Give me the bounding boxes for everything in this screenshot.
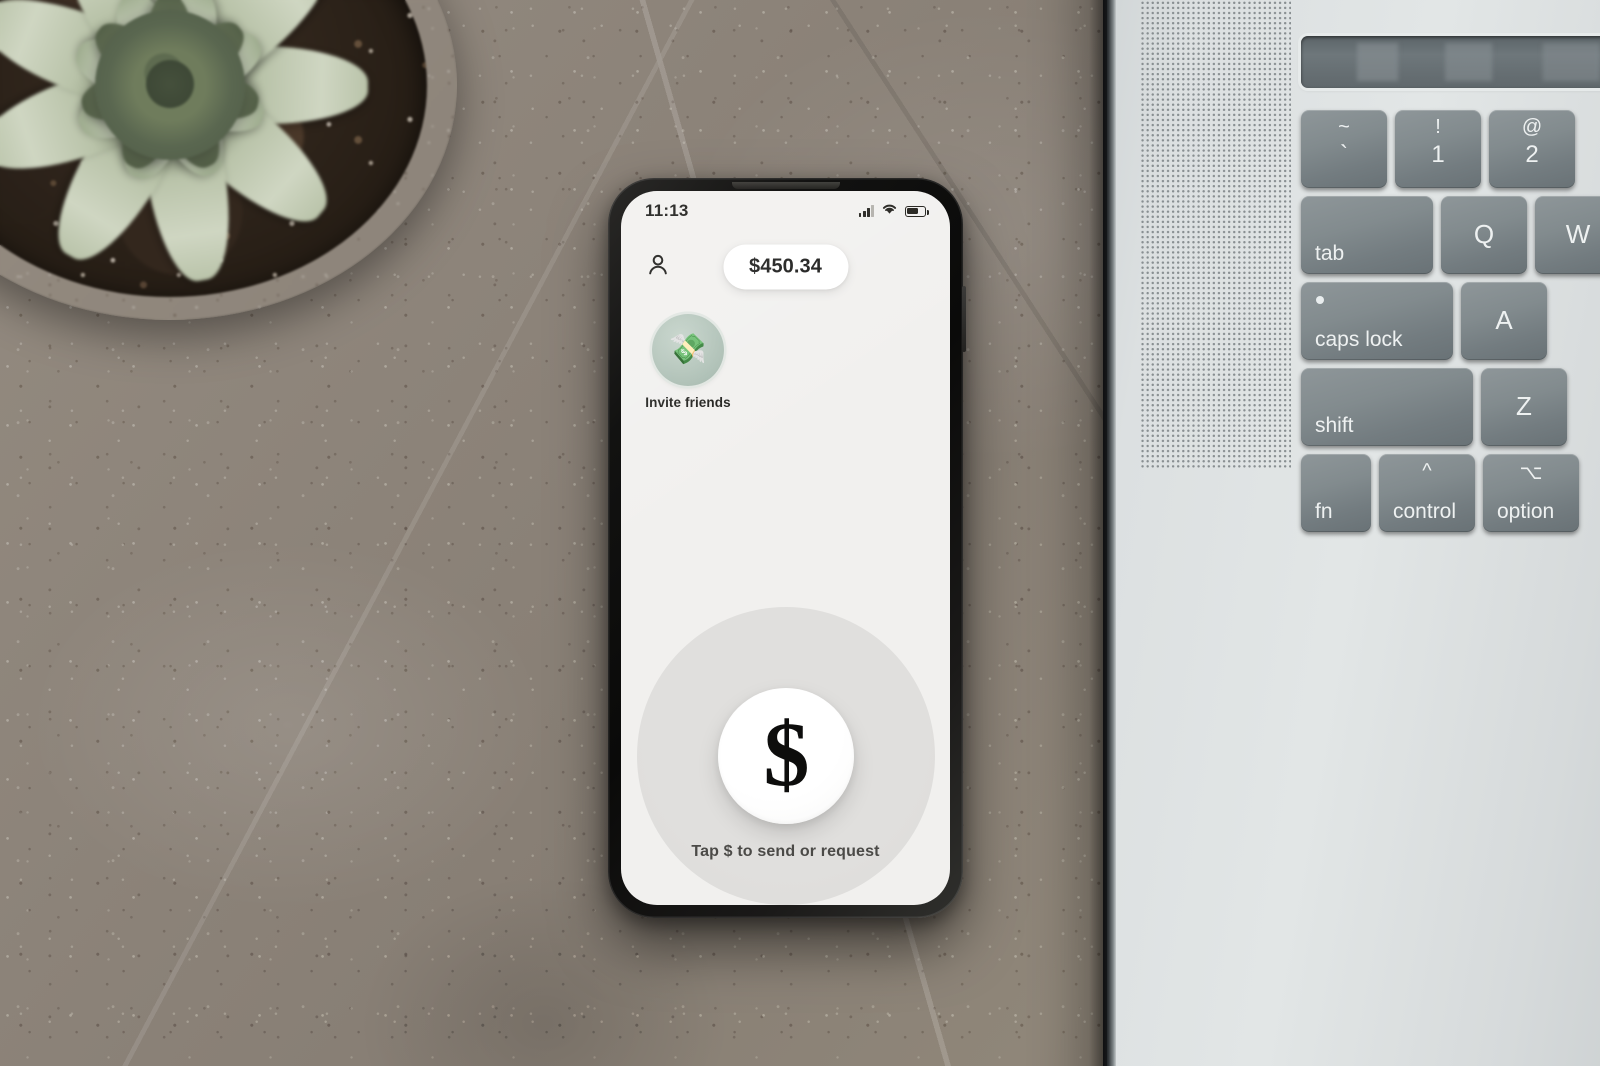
speaker-grille-icon	[1140, 0, 1291, 470]
send-request-button[interactable]: $	[717, 688, 854, 824]
laptop: ~ `! 1 @2 tab Q Wcaps lock Ashift Zfn ^ control ⌥ op…	[1103, 0, 1600, 1066]
key-tilde-bottom: `	[1340, 141, 1348, 168]
key-one-bottom: 1	[1431, 141, 1445, 168]
key-w[interactable]: W	[1535, 196, 1600, 274]
phone-screen: 11:13 $450.34 💸 Invite friends $ Tap $ t…	[621, 191, 950, 905]
key-fn[interactable]: fn	[1301, 454, 1371, 532]
key-w-label: W	[1565, 218, 1591, 249]
key-tilde[interactable]: ~ `	[1301, 110, 1387, 188]
action-hint-text: Tap $ to send or request	[691, 843, 880, 860]
invite-friends-label: Invite friends	[645, 395, 731, 410]
caps-lock-indicator-icon	[1316, 296, 1324, 304]
key-z-label: Z	[1516, 390, 1532, 421]
key-a-label: A	[1495, 304, 1513, 335]
laptop-cast-shadow	[1089, 0, 1107, 1066]
smartphone: 11:13 $450.34 💸 Invite friends $ Tap $ t…	[608, 178, 966, 918]
key-caps-lock-label: caps lock	[1315, 328, 1403, 351]
touch-bar[interactable]	[1301, 36, 1600, 88]
key-shift-label: shift	[1315, 414, 1354, 437]
key-control-label: control	[1393, 500, 1457, 523]
potted-succulent	[0, 0, 457, 320]
balance-pill[interactable]: $450.34	[723, 244, 848, 290]
profile-person-icon[interactable]	[645, 252, 671, 283]
key-two-bottom: 2	[1525, 141, 1539, 168]
cellular-signal-icon	[858, 205, 874, 217]
key-option-top: ⌥	[1519, 462, 1543, 484]
key-control-top: ^	[1422, 460, 1432, 482]
succulent-rosette-core	[94, 10, 245, 160]
key-q-label: Q	[1473, 218, 1495, 249]
status-bar: 11:13	[621, 191, 950, 231]
power-button[interactable]	[962, 286, 966, 352]
key-z[interactable]: Z	[1481, 368, 1567, 446]
key-control[interactable]: ^ control	[1379, 454, 1475, 532]
key-a[interactable]: A	[1461, 282, 1547, 360]
key-tab[interactable]: tab	[1301, 196, 1433, 274]
key-tab-label: tab	[1315, 242, 1345, 265]
status-clock: 11:13	[645, 201, 689, 220]
key-q[interactable]: Q	[1441, 196, 1527, 274]
status-indicators	[858, 202, 929, 220]
key-caps-lock[interactable]: caps lock	[1301, 282, 1453, 360]
battery-icon	[905, 205, 929, 217]
money-with-wings-icon: 💸	[652, 314, 724, 386]
app-header: $450.34	[621, 243, 950, 291]
key-two-top: @	[1521, 116, 1543, 138]
wifi-icon	[881, 202, 898, 220]
earpiece-speaker-icon	[731, 182, 840, 189]
key-one[interactable]: ! 1	[1395, 110, 1481, 188]
key-one-top: !	[1435, 116, 1441, 138]
key-shift[interactable]: shift	[1301, 368, 1473, 446]
desk-scene: ~ `! 1 @2 tab Q Wcaps lock Ashift Zfn ^ control ⌥ op…	[0, 0, 1600, 1066]
dollar-sign-icon: $	[763, 702, 810, 805]
key-tilde-top: ~	[1338, 116, 1350, 138]
key-option[interactable]: ⌥ option	[1483, 454, 1579, 532]
key-fn-label: fn	[1315, 500, 1333, 523]
key-option-label: option	[1497, 500, 1555, 523]
key-two[interactable]: @2	[1489, 110, 1575, 188]
invite-friends-item[interactable]: 💸 Invite friends	[645, 314, 731, 410]
